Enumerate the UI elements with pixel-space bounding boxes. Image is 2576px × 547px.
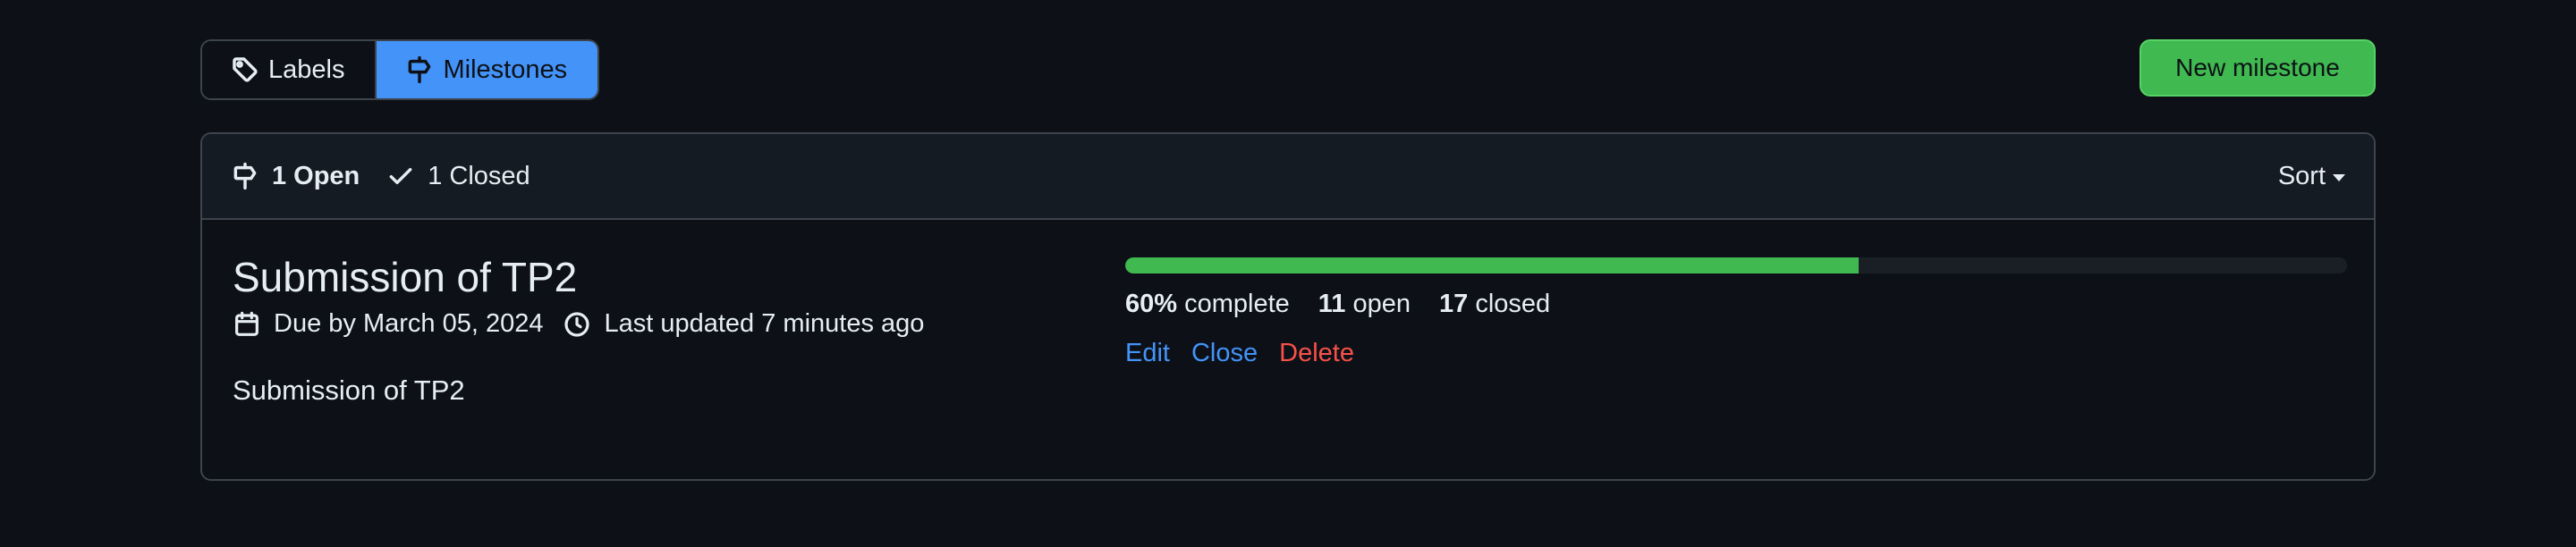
percent-value: 60%: [1125, 290, 1178, 318]
milestone-percent: 60% complete: [1125, 290, 1290, 319]
milestone-updated-text: Last updated 7 minutes ago: [604, 309, 925, 338]
closed-filter-label: Closed: [449, 161, 530, 190]
closed-issues-count: 17: [1439, 290, 1469, 318]
open-issues-count: 11: [1318, 290, 1346, 318]
closed-count: 1: [428, 161, 443, 190]
milestone-info: Submission of TP2 Due by March 05, 2024: [233, 252, 1091, 407]
milestone-actions: Edit Close Delete: [1125, 339, 2347, 368]
open-count: 1: [272, 161, 287, 190]
milestone-open-issues[interactable]: 11 open: [1318, 290, 1411, 319]
clock-icon: [564, 311, 590, 337]
open-filter[interactable]: 1 Open: [231, 162, 360, 191]
milestone-description: Submission of TP2: [233, 374, 465, 406]
milestone-meta: Due by March 05, 2024 Last updated 7 min…: [233, 309, 1091, 339]
labels-milestones-subnav: Labels Milestones: [200, 39, 600, 100]
milestone-icon: [233, 162, 257, 190]
milestone-item: Submission of TP2 Due by March 05, 2024: [202, 220, 2374, 479]
milestones-tab-label: Milestones: [443, 55, 568, 84]
milestone-updated: Last updated 7 minutes ago: [563, 309, 924, 339]
milestone-due: Due by March 05, 2024: [233, 309, 543, 339]
sort-label: Sort: [2277, 161, 2326, 190]
sort-dropdown[interactable]: Sort: [2278, 162, 2345, 191]
milestones-page: Labels Milestones New milestone 1 Open 1…: [0, 0, 2576, 547]
labels-tab[interactable]: Labels: [202, 41, 376, 98]
check-icon: [389, 167, 412, 185]
closed-issues-label: closed: [1475, 290, 1551, 318]
tag-icon: [233, 57, 258, 82]
milestones-tab[interactable]: Milestones: [375, 41, 598, 98]
closed-filter[interactable]: 1 Closed: [386, 162, 530, 191]
open-filter-label: Open: [293, 161, 360, 190]
chevron-down-icon: [2333, 173, 2345, 181]
milestone-title[interactable]: Submission of TP2: [233, 252, 1091, 302]
milestone-icon: [409, 55, 431, 84]
milestone-closed-issues[interactable]: 17 closed: [1439, 290, 1550, 319]
milestones-list: 1 Open 1 Closed Sort Submission of TP2 D…: [200, 132, 2376, 481]
new-milestone-button[interactable]: New milestone: [2140, 39, 2376, 97]
milestone-progress-fill: [1125, 257, 1859, 274]
calendar-icon: [235, 311, 258, 336]
edit-milestone-link[interactable]: Edit: [1125, 339, 1170, 368]
milestone-progress-area: 60% complete 11 open 17 closed Edit Clos…: [1125, 257, 2347, 368]
delete-milestone-link[interactable]: Delete: [1279, 339, 1354, 368]
milestone-due-text: Due by March 05, 2024: [274, 309, 544, 338]
milestone-stats: 60% complete 11 open 17 closed: [1125, 290, 2347, 319]
labels-tab-label: Labels: [268, 55, 345, 84]
state-filter: 1 Open 1 Closed: [231, 162, 530, 191]
milestones-list-header: 1 Open 1 Closed Sort: [202, 134, 2374, 220]
open-issues-label: open: [1352, 290, 1411, 318]
milestone-progress-bar: [1125, 257, 2347, 274]
close-milestone-link[interactable]: Close: [1191, 339, 1258, 368]
complete-label: complete: [1184, 290, 1290, 318]
